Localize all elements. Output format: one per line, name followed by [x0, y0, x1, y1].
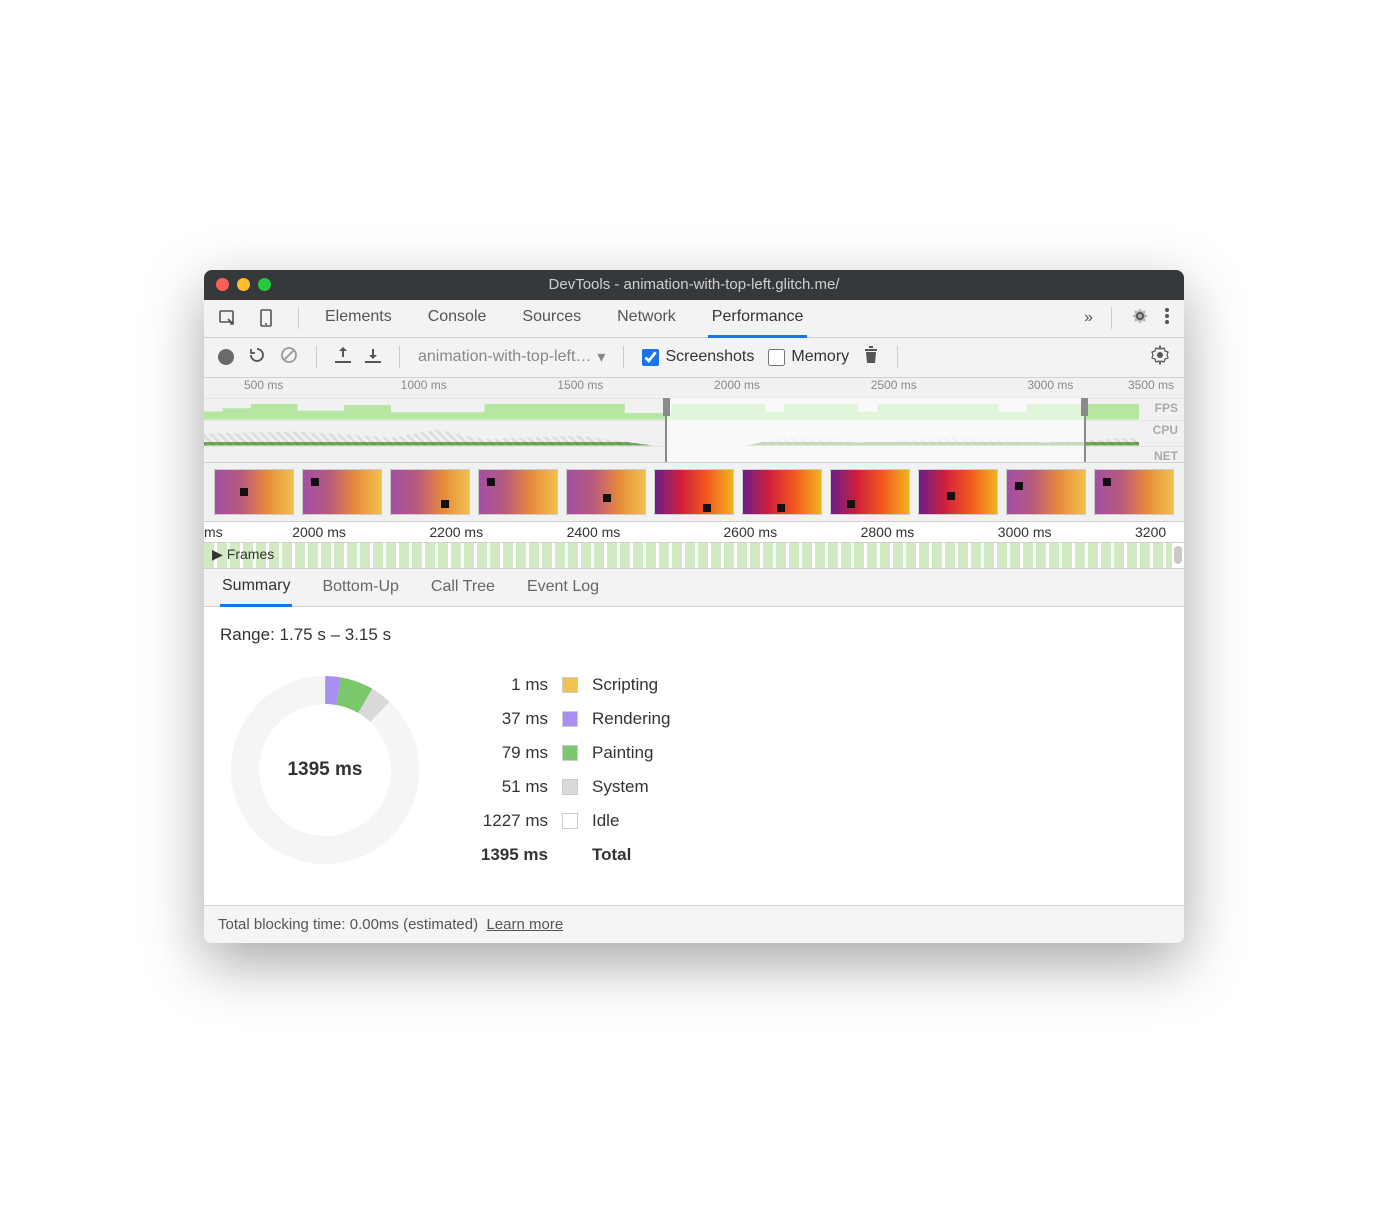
frames-track[interactable]: ▶ Frames: [204, 543, 1184, 569]
screenshot-thumb[interactable]: [214, 469, 294, 515]
minimize-window-icon[interactable]: [237, 278, 250, 291]
screenshot-thumb[interactable]: [918, 469, 998, 515]
footer: Total blocking time: 0.00ms (estimated) …: [204, 905, 1184, 943]
clear-button[interactable]: [280, 346, 298, 369]
close-window-icon[interactable]: [216, 278, 229, 291]
subtab-summary[interactable]: Summary: [220, 569, 292, 607]
summary-legend: 1 ms Scripting 37 ms Rendering 79 ms Painting…: [480, 675, 670, 865]
tab-console[interactable]: Console: [424, 300, 491, 337]
screenshot-thumb[interactable]: [654, 469, 734, 515]
screenshot-thumb[interactable]: [478, 469, 558, 515]
legend-label: Scripting: [592, 675, 670, 695]
legend-label: Rendering: [592, 709, 670, 729]
subtab-bottom-up[interactable]: Bottom-Up: [320, 570, 400, 605]
perf-toolbar: animation-with-top-left… ▾ Screenshots M…: [204, 338, 1184, 378]
device-toggle-icon[interactable]: [256, 308, 276, 328]
recording-select[interactable]: animation-with-top-left… ▾: [418, 347, 605, 367]
separator: [1111, 307, 1112, 329]
panel-tabs: Elements Console Sources Network Performance…: [204, 300, 1184, 338]
recording-name: animation-with-top-left…: [418, 348, 591, 366]
screenshot-filmstrip[interactable]: [204, 463, 1184, 521]
subtab-call-tree[interactable]: Call Tree: [429, 570, 497, 605]
zoom-window-icon[interactable]: [258, 278, 271, 291]
legend-ms: 1 ms: [480, 675, 548, 695]
frames-label[interactable]: ▶ Frames: [212, 546, 274, 563]
legend-ms: 1227 ms: [480, 811, 548, 831]
tab-elements[interactable]: Elements: [321, 300, 396, 337]
scrollbar-thumb[interactable]: [1174, 546, 1182, 564]
legend-swatch: [562, 745, 578, 761]
legend-ms: 79 ms: [480, 743, 548, 763]
overview-ruler: 500 ms1000 ms1500 ms2000 ms2500 ms3000 m…: [204, 378, 1184, 398]
overview-timeline[interactable]: 500 ms1000 ms1500 ms2000 ms2500 ms3000 m…: [204, 378, 1184, 463]
screenshot-thumb[interactable]: [566, 469, 646, 515]
window-title: DevTools - animation-with-top-left.glitc…: [204, 276, 1184, 293]
screenshot-thumb[interactable]: [830, 469, 910, 515]
legend-swatch: [562, 711, 578, 727]
kebab-menu-icon[interactable]: [1164, 306, 1170, 331]
download-button[interactable]: [365, 346, 381, 369]
legend-swatch: [562, 813, 578, 829]
overview-selection[interactable]: [665, 398, 1086, 462]
legend-label: Idle: [592, 811, 670, 831]
screenshot-thumb[interactable]: [1006, 469, 1086, 515]
legend-swatch: [562, 677, 578, 693]
inspect-icon[interactable]: [218, 308, 238, 328]
screenshot-thumb[interactable]: [302, 469, 382, 515]
upload-button[interactable]: [335, 346, 351, 369]
tab-performance[interactable]: Performance: [708, 300, 808, 338]
subtab-event-log[interactable]: Event Log: [525, 570, 601, 605]
summary-tabs: Summary Bottom-Up Call Tree Event Log: [204, 569, 1184, 607]
legend-label: System: [592, 777, 670, 797]
tab-network[interactable]: Network: [613, 300, 680, 337]
screenshots-checkbox[interactable]: Screenshots: [642, 348, 754, 366]
window-controls: [216, 278, 271, 291]
detail-ruler[interactable]: ms2000 ms2200 ms2400 ms2600 ms2800 ms300…: [204, 521, 1184, 543]
legend-ms: 37 ms: [480, 709, 548, 729]
more-tabs-icon[interactable]: »: [1084, 309, 1093, 327]
screenshot-thumb[interactable]: [742, 469, 822, 515]
selection-handle-left[interactable]: [663, 398, 670, 416]
screenshot-thumb[interactable]: [1094, 469, 1174, 515]
memory-checkbox[interactable]: Memory: [768, 348, 849, 366]
legend-ms: 51 ms: [480, 777, 548, 797]
donut-total: 1395 ms: [230, 675, 420, 865]
learn-more-link[interactable]: Learn more: [486, 916, 563, 933]
reload-record-button[interactable]: [248, 346, 266, 369]
legend-swatch: [562, 779, 578, 795]
titlebar[interactable]: DevTools - animation-with-top-left.glitc…: [204, 270, 1184, 300]
range-label: Range: 1.75 s – 3.15 s: [220, 625, 1168, 645]
blocking-time-label: Total blocking time: 0.00ms (estimated): [218, 916, 478, 933]
capture-settings-icon[interactable]: [1150, 345, 1170, 370]
devtools-window: DevTools - animation-with-top-left.glitc…: [204, 270, 1184, 943]
screenshot-thumb[interactable]: [390, 469, 470, 515]
summary-donut: 1395 ms: [230, 675, 420, 865]
summary-panel: Range: 1.75 s – 3.15 s 1395 ms 1 ms Scrip…: [204, 607, 1184, 905]
chevron-down-icon: ▾: [597, 347, 605, 367]
legend-label: Painting: [592, 743, 670, 763]
settings-icon[interactable]: [1130, 306, 1150, 331]
delete-button[interactable]: [863, 346, 879, 369]
record-button[interactable]: [218, 349, 234, 365]
tab-sources[interactable]: Sources: [518, 300, 585, 337]
selection-handle-right[interactable]: [1081, 398, 1088, 416]
expand-icon: ▶: [212, 546, 223, 563]
separator: [298, 307, 299, 329]
